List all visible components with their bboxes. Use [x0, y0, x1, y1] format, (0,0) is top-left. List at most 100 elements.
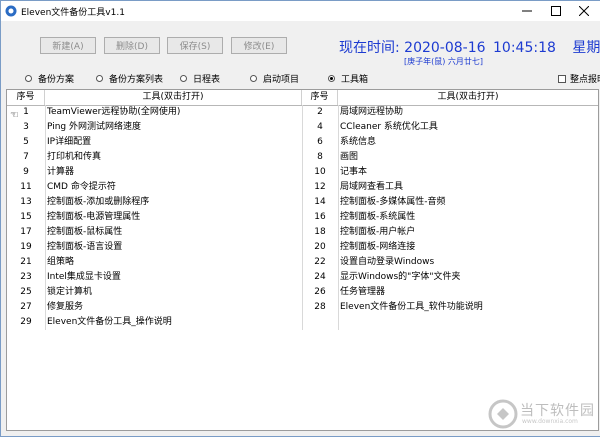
column-header-tool-2[interactable]: 工具(双击打开)	[338, 90, 598, 105]
checkbox-icon	[558, 74, 566, 83]
close-button[interactable]	[570, 2, 598, 20]
tab-backup-plan[interactable]: 备份方案	[25, 72, 74, 85]
cell-tool-2[interactable]: 设置自动登录Windows	[340, 255, 596, 270]
cell-index-1[interactable]: 23	[7, 270, 45, 285]
cell-tool-2[interactable]: CCleaner 系统优化工具	[340, 120, 596, 135]
cell-tool-2[interactable]: 记事本	[340, 165, 596, 180]
cell-tool-1[interactable]: Ping 外网测试网络速度	[47, 120, 301, 135]
cell-index-2[interactable]: 20	[302, 240, 338, 255]
table-row[interactable]: 23 Intel集成显卡设置 24 显示Windows的"字体"文件夹	[7, 270, 598, 285]
table-row[interactable]: 7 打印机和传真 8 画图	[7, 150, 598, 165]
cell-index-2[interactable]: 10	[302, 165, 338, 180]
table-row[interactable]: 27 修复服务 28 Eleven文件备份工具_软件功能说明	[7, 300, 598, 315]
tab-schedule[interactable]: 日程表	[180, 72, 220, 85]
new-button[interactable]: 新建(A)	[40, 37, 96, 54]
tab-startup-items[interactable]: 启动项目	[250, 72, 299, 85]
radio-icon	[96, 75, 103, 82]
cell-index-2[interactable]: 18	[302, 225, 338, 240]
cell-index-2[interactable]: 8	[302, 150, 338, 165]
cell-tool-2[interactable]: 控制面板-网络连接	[340, 240, 596, 255]
edit-button[interactable]: 修改(E)	[231, 37, 287, 54]
cell-tool-1[interactable]: TeamViewer远程协助(全网使用)	[47, 105, 301, 120]
cell-index-2[interactable]: 6	[302, 135, 338, 150]
tab-radio-group: 备份方案 备份方案列表 日程表 启动项目 工具箱 整点报时	[1, 72, 600, 86]
cell-tool-2[interactable]: 任务管理器	[340, 285, 596, 300]
column-header-tool-1[interactable]: 工具(双击打开)	[45, 90, 302, 105]
cell-tool-1[interactable]: 计算器	[47, 165, 301, 180]
cell-tool-2[interactable]: 局域网远程协助	[340, 105, 596, 120]
cell-index-2[interactable]: 14	[302, 195, 338, 210]
cell-index-2[interactable]: 22	[302, 255, 338, 270]
tab-backup-plan-list[interactable]: 备份方案列表	[96, 72, 163, 85]
cell-index-2[interactable]: 12	[302, 180, 338, 195]
cell-tool-1[interactable]: 组策略	[47, 255, 301, 270]
cell-tool-1[interactable]: IP详细配置	[47, 135, 301, 150]
radio-icon	[25, 75, 32, 82]
cell-index-1[interactable]: 7	[7, 150, 45, 165]
app-window: Eleven文件备份工具v1.1 新建(A) 删除(D) 保存(S) 修改(E)…	[0, 0, 600, 437]
save-button[interactable]: 保存(S)	[167, 37, 223, 54]
minimize-button[interactable]	[513, 2, 541, 20]
table-row[interactable]: 15 控制面板-电源管理属性 16 控制面板-系统属性	[7, 210, 598, 225]
table-row[interactable]: 11 CMD 命令提示符 12 局域网查看工具	[7, 180, 598, 195]
title-bar: Eleven文件备份工具v1.1	[1, 1, 600, 21]
cell-tool-2[interactable]: 显示Windows的"字体"文件夹	[340, 270, 596, 285]
cell-tool-1[interactable]: 锁定计算机	[47, 285, 301, 300]
table-row[interactable]: 17 控制面板-鼠标属性 18 控制面板-用户帐户	[7, 225, 598, 240]
cell-tool-1[interactable]: 修复服务	[47, 300, 301, 315]
cell-tool-2[interactable]: 系统信息	[340, 135, 596, 150]
cell-index-1[interactable]: 19	[7, 240, 45, 255]
cell-tool-1[interactable]: 打印机和传真	[47, 150, 301, 165]
toolbox-table: 序号 工具(双击打开) 序号 工具(双击打开) 1 TeamViewer远程协助(…	[6, 89, 599, 431]
table-row[interactable]: 21 组策略 22 设置自动登录Windows	[7, 255, 598, 270]
column-header-index-1[interactable]: 序号	[7, 90, 45, 105]
maximize-button[interactable]	[542, 2, 570, 20]
column-header-index-2[interactable]: 序号	[302, 90, 338, 105]
tab-toolbox[interactable]: 工具箱	[328, 72, 368, 85]
cell-tool-2[interactable]: 控制面板-用户帐户	[340, 225, 596, 240]
table-row[interactable]: 19 控制面板-语言设置 20 控制面板-网络连接	[7, 240, 598, 255]
table-row[interactable]: 29 Eleven文件备份工具_操作说明	[7, 315, 598, 330]
cell-tool-1[interactable]: 控制面板-添加或删除程序	[47, 195, 301, 210]
cell-tool-2[interactable]: 局域网查看工具	[340, 180, 596, 195]
cell-index-1[interactable]: 21	[7, 255, 45, 270]
cell-tool-2[interactable]: 画图	[340, 150, 596, 165]
cell-index-2[interactable]: 26	[302, 285, 338, 300]
cell-index-1[interactable]: 17	[7, 225, 45, 240]
cell-index-1[interactable]: 13	[7, 195, 45, 210]
cell-tool-1[interactable]: CMD 命令提示符	[47, 180, 301, 195]
cell-index-1[interactable]: 9	[7, 165, 45, 180]
cell-tool-1[interactable]: Eleven文件备份工具_操作说明	[47, 315, 301, 330]
table-row[interactable]: 3 Ping 外网测试网络速度 4 CCleaner 系统优化工具	[7, 120, 598, 135]
cell-index-1[interactable]: 11	[7, 180, 45, 195]
cell-tool-1[interactable]: Intel集成显卡设置	[47, 270, 301, 285]
cell-tool-2[interactable]: 控制面板-系统属性	[340, 210, 596, 225]
cell-index-1[interactable]: 25	[7, 285, 45, 300]
cell-tool-1[interactable]: 控制面板-语言设置	[47, 240, 301, 255]
cell-index-2[interactable]: 16	[302, 210, 338, 225]
cell-index-1[interactable]: 29	[7, 315, 45, 330]
cell-tool-1[interactable]: 控制面板-电源管理属性	[47, 210, 301, 225]
table-row[interactable]: 1 TeamViewer远程协助(全网使用) 2 局域网远程协助	[7, 105, 598, 120]
cell-index-2[interactable]	[302, 315, 338, 330]
table-row[interactable]: 13 控制面板-添加或删除程序 14 控制面板-多媒体属性-音频	[7, 195, 598, 210]
cell-index-1[interactable]: 15	[7, 210, 45, 225]
cell-tool-1[interactable]: 控制面板-鼠标属性	[47, 225, 301, 240]
cell-index-2[interactable]: 28	[302, 300, 338, 315]
cell-index-1[interactable]: 27	[7, 300, 45, 315]
cell-tool-2[interactable]: 控制面板-多媒体属性-音频	[340, 195, 596, 210]
cell-tool-2[interactable]: Eleven文件备份工具_软件功能说明	[340, 300, 596, 315]
cell-index-2[interactable]: 2	[302, 105, 338, 120]
cell-tool-2[interactable]	[340, 315, 596, 330]
delete-button[interactable]: 删除(D)	[104, 37, 160, 54]
hourly-chime-checkbox[interactable]: 整点报时	[558, 72, 600, 85]
table-row[interactable]: 9 计算器 10 记事本	[7, 165, 598, 180]
cell-index-1[interactable]: 5	[7, 135, 45, 150]
clock-weekday: 星期日	[572, 40, 600, 56]
cell-index-2[interactable]: 4	[302, 120, 338, 135]
window-title: Eleven文件备份工具v1.1	[21, 8, 125, 18]
table-row[interactable]: 5 IP详细配置 6 系统信息	[7, 135, 598, 150]
table-row[interactable]: 25 锁定计算机 26 任务管理器	[7, 285, 598, 300]
cell-index-2[interactable]: 24	[302, 270, 338, 285]
cell-index-1[interactable]: 3	[7, 120, 45, 135]
